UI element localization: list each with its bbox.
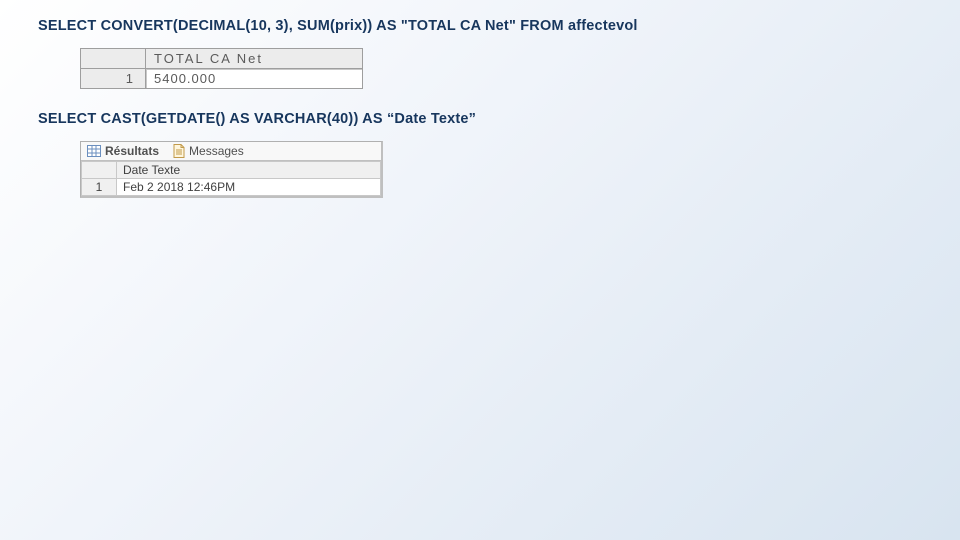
- tab-results[interactable]: Résultats: [87, 144, 159, 158]
- tab-messages-label: Messages: [189, 144, 244, 158]
- document-icon: [173, 144, 185, 158]
- tab-results-label: Résultats: [105, 144, 159, 158]
- grid-corner: [82, 162, 117, 179]
- grid-icon: [87, 145, 101, 157]
- row-number: 1: [82, 179, 117, 196]
- results-tab-bar: Résultats Messages: [81, 142, 381, 161]
- results-table-2: Date Texte 1 Feb 2 2018 12:46PM: [81, 161, 381, 196]
- result-panel-2: Résultats Messages: [80, 141, 922, 198]
- cell-value: 5400.000: [146, 69, 363, 89]
- grid-corner: [81, 49, 146, 69]
- column-header-date-texte: Date Texte: [117, 162, 381, 179]
- result-grid-1: TOTAL CA Net 1 5400.000: [80, 48, 922, 89]
- tab-messages[interactable]: Messages: [173, 144, 244, 158]
- sql-query-1: SELECT CONVERT(DECIMAL(10, 3), SUM(prix)…: [38, 18, 922, 34]
- column-header-total-ca-net: TOTAL CA Net: [146, 49, 363, 69]
- results-table-1: TOTAL CA Net 1 5400.000: [80, 48, 363, 89]
- row-number: 1: [81, 69, 146, 89]
- sql-query-2: SELECT CAST(GETDATE() AS VARCHAR(40)) AS…: [38, 111, 922, 127]
- cell-value: Feb 2 2018 12:46PM: [117, 179, 381, 196]
